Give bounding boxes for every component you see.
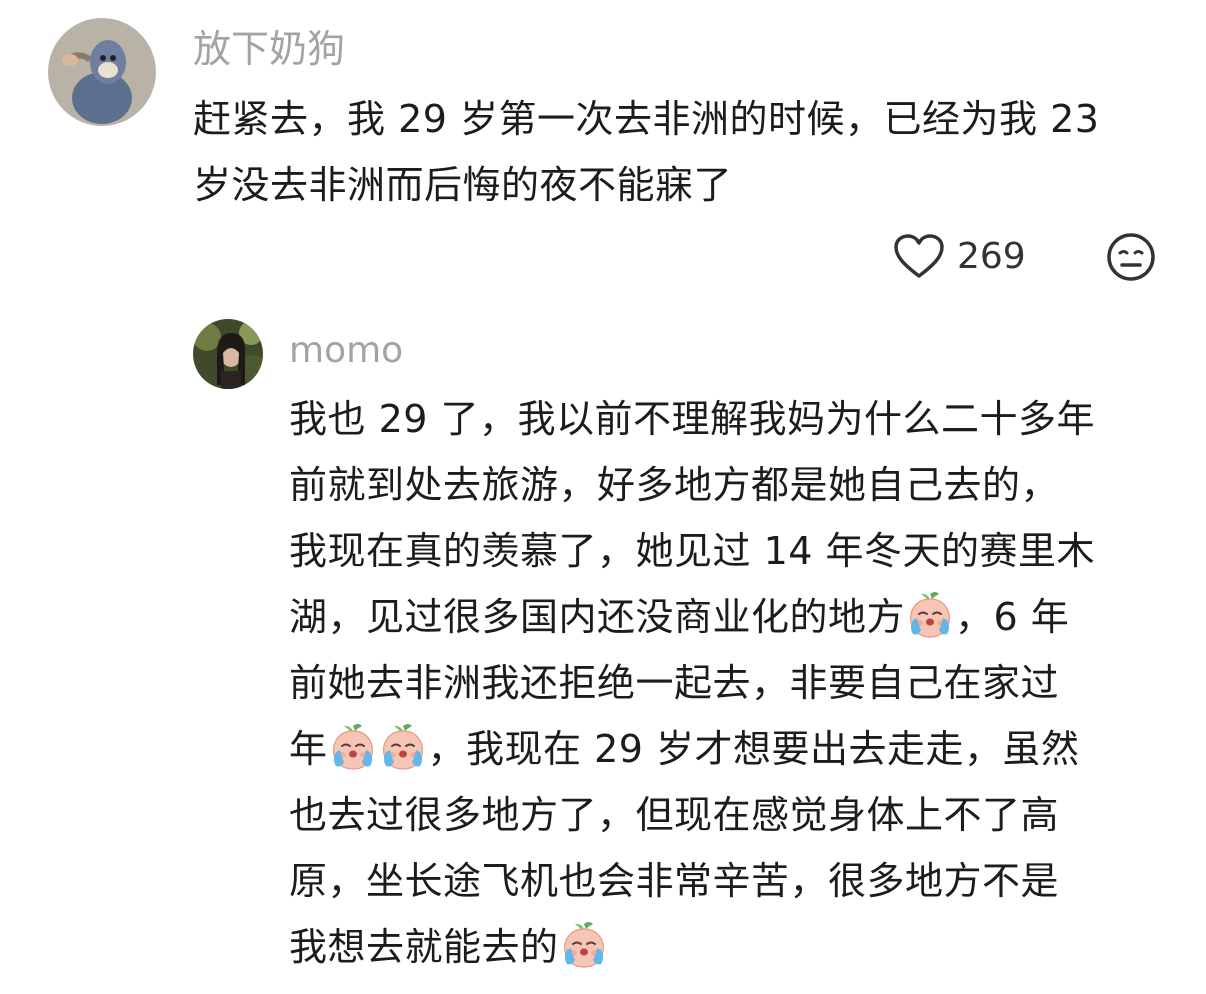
- reply-text-line: 前她去非洲我还拒绝一起去，非要自己在家过: [289, 661, 1060, 705]
- crying-peach-emoji: [328, 722, 378, 772]
- comment-text-line: 赶紧去，我 29 岁第一次去非洲的时候，已经为我 23: [193, 97, 1100, 141]
- reply-text-segment: 湖，见过很多国内还没商业化的地方: [289, 595, 906, 639]
- crying-peach-emoji: [378, 722, 428, 772]
- commenter-avatar[interactable]: [48, 18, 156, 126]
- reply-text-line: 我也 29 了，我以前不理解我妈为什么二十多年: [289, 397, 1096, 441]
- comment-text-line: 岁没去非洲而后悔的夜不能寐了: [193, 163, 733, 207]
- crying-peach-emoji: [559, 920, 609, 970]
- comment-text: 赶紧去，我 29 岁第一次去非洲的时候，已经为我 23 岁没去非洲而后悔的夜不能…: [193, 86, 1173, 218]
- reply-text-segment: 我想去就能去的: [289, 925, 559, 969]
- comment-thread: 放下奶狗 赶紧去，我 29 岁第一次去非洲的时候，已经为我 23 岁没去非洲而后…: [0, 0, 1206, 994]
- neutral-face-icon[interactable]: [1106, 232, 1156, 282]
- reply-text-line: 我想去就能去的: [289, 914, 1169, 980]
- reply-text: 我也 29 了，我以前不理解我妈为什么二十多年 前就到处去旅游，好多地方都是她自…: [289, 386, 1169, 980]
- reply-text-line: 也去过很多地方了，但现在感觉身体上不了高: [289, 793, 1060, 837]
- reply-text-line: 前就到处去旅游，好多地方都是她自己去的，: [289, 463, 1060, 507]
- reply-text-line: 湖，见过很多国内还没商业化的地方 ，6 年: [289, 584, 1169, 650]
- reply-text-segment: 年: [289, 727, 328, 771]
- heart-outline-icon[interactable]: [893, 234, 945, 280]
- reply-text-line: 年 ，我现在 29 岁才想要出去走走，虽然: [289, 716, 1169, 782]
- reply-text-segment: ，6 年: [955, 595, 1070, 639]
- reply-text-segment: ，我现在 29 岁才想要出去走走，虽然: [427, 727, 1080, 771]
- replier-username[interactable]: momo: [289, 333, 403, 369]
- replier-avatar[interactable]: [193, 319, 263, 389]
- comment-actions: 269: [893, 234, 1026, 280]
- crying-peach-emoji: [905, 590, 955, 640]
- reply-text-line: 我现在真的羡慕了，她见过 14 年冬天的赛里木: [289, 529, 1096, 573]
- reply-text-line: 原，坐长途飞机也会非常辛苦，很多地方不是: [289, 859, 1060, 903]
- commenter-username[interactable]: 放下奶狗: [193, 30, 345, 68]
- like-count: 269: [957, 236, 1026, 277]
